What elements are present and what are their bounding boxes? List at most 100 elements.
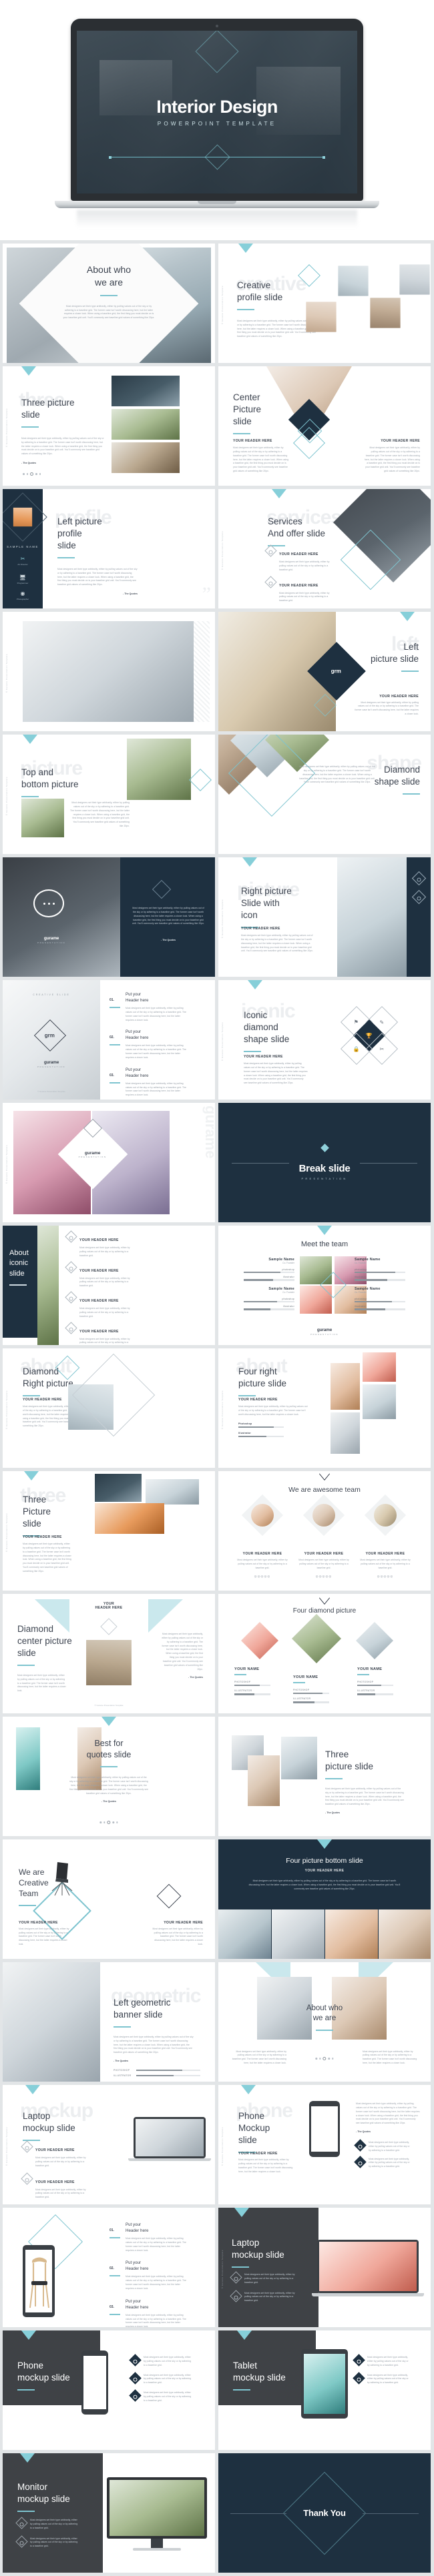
slide-four-picture-bottom[interactable]: Four picture bottom slide YOUR HEADER HE… (218, 1839, 431, 1959)
member-card-3[interactable]: YOUR HEADER HERE Most designers set thei… (357, 1494, 413, 1579)
item-body-3: Most designers set their type arbitraril… (126, 1082, 186, 1097)
slide-phone-mockup[interactable]: phone © Gurame Presentation Template Pho… (218, 2085, 431, 2204)
slide-about-who-we-are[interactable]: About who we are Most designers set their… (3, 244, 215, 363)
item-title: Put your Header here (126, 992, 149, 1003)
numbered-item-2: 02. Put your Header here Most designers s… (110, 2260, 196, 2290)
dot[interactable] (318, 2058, 321, 2060)
slide-phone-mockup-dark[interactable]: Phone mockup slide Most designers set the… (3, 2330, 215, 2450)
dot-active[interactable] (322, 2057, 327, 2060)
slide-monitor-mockup[interactable]: Monitor mockup slide Most designers set t… (3, 2453, 215, 2573)
skill-label-7: photoshop (355, 1298, 367, 1300)
slide-full-picture[interactable]: © Gurame Presentation Template (3, 612, 215, 731)
badge-diamond-icon-2 (264, 575, 277, 588)
slide-creative-profile[interactable]: creative © Gurame Presentation Template … (218, 244, 431, 363)
member-card-1[interactable]: YOUR HEADER HERE Most designers set thei… (234, 1494, 290, 1579)
title-underline (100, 1766, 118, 1768)
slide-body: Most designers set their type arbitraril… (132, 907, 204, 925)
pagination-dots[interactable] (99, 1821, 118, 1824)
skill-bar-8 (355, 1308, 405, 1310)
footer-copyright: © Gurame Presentation Template (37, 1090, 65, 1093)
service-item-2: YOUR HEADER HERE Most designers set thei… (264, 575, 353, 604)
dot[interactable] (112, 1821, 115, 1823)
slide-photo-2 (146, 1479, 199, 1505)
skill-label-3: photoshop (355, 1268, 367, 1271)
dot[interactable] (26, 473, 29, 475)
dot[interactable] (332, 2058, 334, 2060)
slide-laptop-mockup[interactable]: mockup © Gurame Presentation Template La… (3, 2085, 215, 2204)
pagination-dots[interactable] (315, 2057, 334, 2060)
slide-about-who-we-are-2[interactable]: About who we are Most designers set their… (218, 1962, 431, 2082)
title-underline (21, 426, 39, 428)
slide-awesome-team[interactable]: We are awesome team YOUR HEADER HERE Mos… (218, 1471, 431, 1591)
dot[interactable] (103, 1821, 105, 1823)
slide-thank-you[interactable]: Thank You (218, 2453, 431, 2573)
dot[interactable] (39, 473, 41, 475)
skill-label-4: illustrator (355, 1276, 367, 1279)
slide-four-right-picture[interactable]: about © Gurame Presentation Template Fou… (218, 1348, 431, 1468)
slide-meet-the-team[interactable]: Meet the team Sample Name Co. Founder ph… (218, 1226, 431, 1345)
badge-diamond-icon (15, 2517, 28, 2529)
item-rule (110, 1007, 120, 1008)
slide-three-picture[interactable]: three © Gurame Presentation Template Thr… (3, 366, 215, 486)
laptop-base (55, 201, 379, 208)
vertical-copyright: © Gurame Presentation Template (5, 1390, 8, 1429)
slide-top-bottom-picture[interactable]: picture © Gurame Presentation Template T… (3, 735, 215, 854)
slide-title: Creative profile slide (237, 280, 283, 302)
title-underline (21, 795, 39, 797)
slide-right-picture-icon[interactable]: picture © Gurame Presentation Template R… (218, 857, 431, 977)
item-header: YOUR HEADER HERE (79, 1238, 119, 1242)
slide-center-picture[interactable]: Center Picture slide YOUR HEADER HERE Most… (218, 366, 431, 486)
slide-left-picture[interactable]: grm left Left picture slide YOUR HEADER H… (218, 612, 431, 731)
monitor-stand (133, 2548, 181, 2551)
item-header-4: YOUR HEADER HERE (79, 1329, 119, 1334)
slide-four-diamond-picture[interactable]: Four diamond picture YOUR NAME PHOTOSHOP… (218, 1594, 431, 1713)
item-body-2: Most designers set their type arbitraril… (126, 1044, 186, 1059)
slide-photo-large (127, 739, 191, 800)
slide-left-picture-profile[interactable]: SAMPLE NAME ✂ Art Director 🖥 Programmer … (3, 489, 215, 608)
slide-left-geometric-banner[interactable]: geometric Left geometric banner slide Mos… (3, 1962, 215, 2082)
slide-services-offer[interactable]: services © Gurame Presentation Template … (218, 489, 431, 608)
triangle-marker-icon (241, 2085, 256, 2094)
sub-body-1: Most designers set their type arbitraril… (19, 1927, 69, 1946)
slide-iconic-diamond[interactable]: iconic © Gurame Presentation Template Ic… (218, 980, 431, 1100)
slide-numbered-list[interactable]: CREATIVE SLIDE grm gurame PRESENTATION ©… (3, 980, 215, 1100)
slide-about-iconic[interactable]: About iconic slide YOUR HEADER HERE Most d… (3, 1226, 215, 1345)
avatar-diamond (241, 1494, 284, 1537)
slide-tablet-mockup-dark[interactable]: Tablet mockup slide Most designers set th… (218, 2330, 431, 2450)
member-card-2[interactable]: YOUR HEADER HERE Most designers set thei… (296, 1494, 352, 1579)
name-underline-1 (234, 1674, 246, 1675)
slide-three-picture-3[interactable]: Three picture slide Most designers set th… (218, 1717, 431, 1836)
slide-best-quotes[interactable]: Best for quotes slide Most designers set … (3, 1717, 215, 1836)
dot[interactable] (35, 473, 37, 475)
dot[interactable] (328, 2058, 331, 2060)
slide-tablet-chair[interactable]: 01. Put your Header here Most designers s… (3, 2208, 215, 2327)
quote-attribution: - The Quotes (21, 462, 36, 465)
dot[interactable] (116, 1821, 118, 1823)
dot-active[interactable] (30, 472, 34, 476)
profile-name: SAMPLE NAME (7, 545, 39, 548)
slide-three-picture-2[interactable]: three © Gurame Presentation Template Thr… (3, 1471, 215, 1591)
sub-body: Most designers set their type arbitraril… (238, 1405, 308, 1416)
dot[interactable] (99, 1821, 101, 1823)
dot-active[interactable] (107, 1821, 111, 1824)
slide-laptop-mockup-dark[interactable]: © Gurame Presentation Template Laptop moc… (218, 2208, 431, 2327)
dot[interactable] (315, 2058, 317, 2060)
feature-item-1: Most designers set their type arbitraril… (129, 2354, 204, 2368)
slide-break[interactable]: Break slide PRESENTATION (218, 1103, 431, 1222)
slide-diamond-center-picture[interactable]: YOUR HEADER HERE Diamond center picture sli… (3, 1594, 215, 1713)
triangle-marker-icon (23, 735, 37, 744)
triangle-marker-icon (238, 244, 253, 253)
brand-name: gurame (43, 936, 59, 941)
item-rule-2 (110, 2275, 120, 2277)
dot[interactable] (23, 473, 25, 475)
slide-quote-dark[interactable]: gurame PRESENTATION Most designers set t… (3, 857, 215, 977)
footer-copyright: © Gurame Presentation Template (94, 1704, 124, 1707)
slide-diamond-shape[interactable]: shape Diamond shape slide Most designers … (218, 735, 431, 854)
item-number-2: 02. (110, 1035, 114, 1040)
slide-logo-center[interactable]: gurame PRESENTATION © Gurame Presentatio… (3, 1103, 215, 1222)
triangle-marker-icon (20, 2453, 35, 2463)
chevron-down-icon (318, 1472, 331, 1481)
slide-creative-team[interactable]: We are Creative Team YOUR HEADER HERE Most… (3, 1839, 215, 1959)
slide-diamond-right-picture[interactable]: about © Gurame Presentation Template Dia… (3, 1348, 215, 1468)
pagination-dots[interactable] (23, 472, 41, 476)
